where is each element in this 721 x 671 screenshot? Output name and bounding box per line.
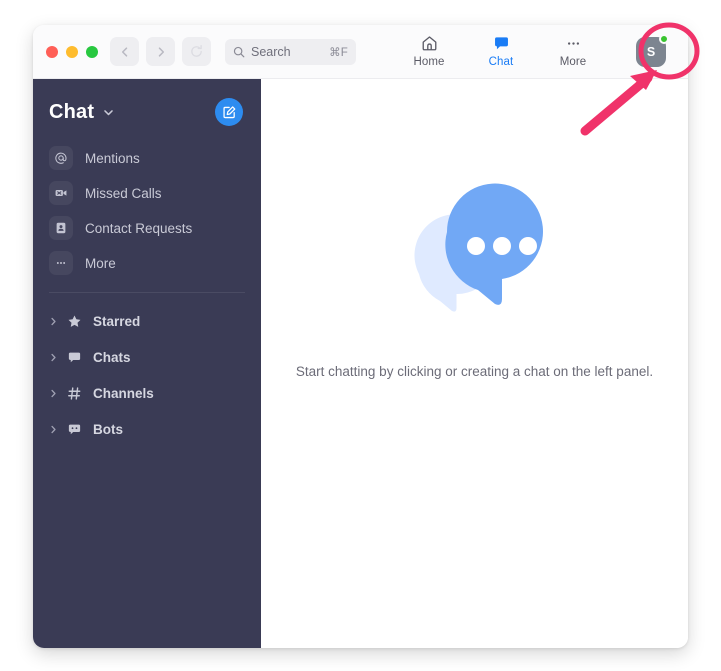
hash-icon (63, 386, 85, 401)
sidebar-item-missed-calls[interactable]: Missed Calls (33, 176, 261, 210)
empty-state-message: Start chatting by clicking or creating a… (295, 364, 654, 379)
maximize-button[interactable] (86, 46, 98, 58)
refresh-button[interactable] (182, 37, 211, 66)
compose-button[interactable] (215, 98, 243, 126)
sidebar-item-contact-requests[interactable]: Contact Requests (33, 211, 261, 245)
tab-more[interactable]: More (537, 33, 609, 68)
star-icon (63, 314, 85, 329)
toolbar-tabs: Home Chat More (393, 33, 609, 68)
app-window: Search ⌘F Home Chat More S Chat Mentions… (33, 25, 688, 648)
refresh-icon (191, 45, 202, 57)
tab-home-label: Home (413, 56, 445, 68)
sidebar-section-bots[interactable]: Bots (33, 411, 261, 447)
sidebar-title: Chat (49, 100, 95, 123)
tab-more-label: More (559, 56, 587, 68)
sidebar-divider (49, 292, 245, 293)
sidebar: Chat Mentions Missed Calls Contact Reque… (33, 79, 261, 648)
tab-chat[interactable]: Chat (465, 33, 537, 68)
titlebar: Search ⌘F Home Chat More S (33, 25, 688, 79)
missed-video-call-icon (49, 181, 73, 205)
minimize-button[interactable] (66, 46, 78, 58)
bot-bubble-icon (63, 422, 85, 437)
at-icon (49, 146, 73, 170)
traffic-lights (46, 46, 98, 58)
presence-online-indicator (659, 34, 669, 44)
compose-icon (222, 105, 235, 118)
sidebar-item-more[interactable]: More (33, 246, 261, 280)
sidebar-item-mentions[interactable]: Mentions (33, 141, 261, 175)
nav-buttons (110, 37, 211, 66)
search-input[interactable]: Search ⌘F (225, 39, 356, 65)
sidebar-header: Chat (33, 83, 261, 141)
search-shortcut-hint: ⌘F (329, 47, 348, 59)
two-speech-bubbles-icon (392, 168, 557, 338)
ellipsis-icon (49, 251, 73, 275)
chevron-right-icon[interactable] (49, 317, 61, 326)
sidebar-section-starred-label: Starred (93, 313, 141, 329)
sidebar-section-chats-label: Chats (93, 349, 131, 365)
sidebar-section-chats[interactable]: Chats (33, 339, 261, 375)
tab-chat-label: Chat (488, 56, 514, 68)
tab-home[interactable]: Home (393, 33, 465, 68)
sidebar-section-channels[interactable]: Channels (33, 375, 261, 411)
avatar[interactable]: S (636, 34, 669, 67)
chevron-down-icon[interactable] (102, 106, 115, 119)
sidebar-item-contact-requests-label: Contact Requests (85, 220, 193, 236)
chat-bubble-icon (492, 33, 511, 53)
sidebar-item-missed-calls-label: Missed Calls (85, 185, 162, 201)
back-button[interactable] (110, 37, 139, 66)
home-icon (420, 33, 439, 53)
close-button[interactable] (46, 46, 58, 58)
chevron-right-icon[interactable] (49, 389, 61, 398)
ellipsis-icon (564, 33, 583, 53)
sidebar-section-bots-label: Bots (93, 421, 123, 437)
chevron-left-icon (121, 46, 127, 57)
sidebar-item-mentions-label: Mentions (85, 150, 140, 166)
chevron-right-icon (158, 46, 164, 57)
search-placeholder: Search (251, 45, 291, 59)
sidebar-section-channels-label: Channels (93, 385, 154, 401)
chat-bubble-icon (63, 350, 85, 365)
contact-card-icon (49, 216, 73, 240)
window-body: Chat Mentions Missed Calls Contact Reque… (33, 79, 688, 648)
chevron-right-icon[interactable] (49, 353, 61, 362)
main-panel: Start chatting by clicking or creating a… (261, 79, 688, 648)
search-icon (233, 46, 245, 58)
chevron-right-icon[interactable] (49, 425, 61, 434)
sidebar-section-starred[interactable]: Starred (33, 303, 261, 339)
forward-button[interactable] (146, 37, 175, 66)
sidebar-item-more-label: More (85, 255, 116, 271)
